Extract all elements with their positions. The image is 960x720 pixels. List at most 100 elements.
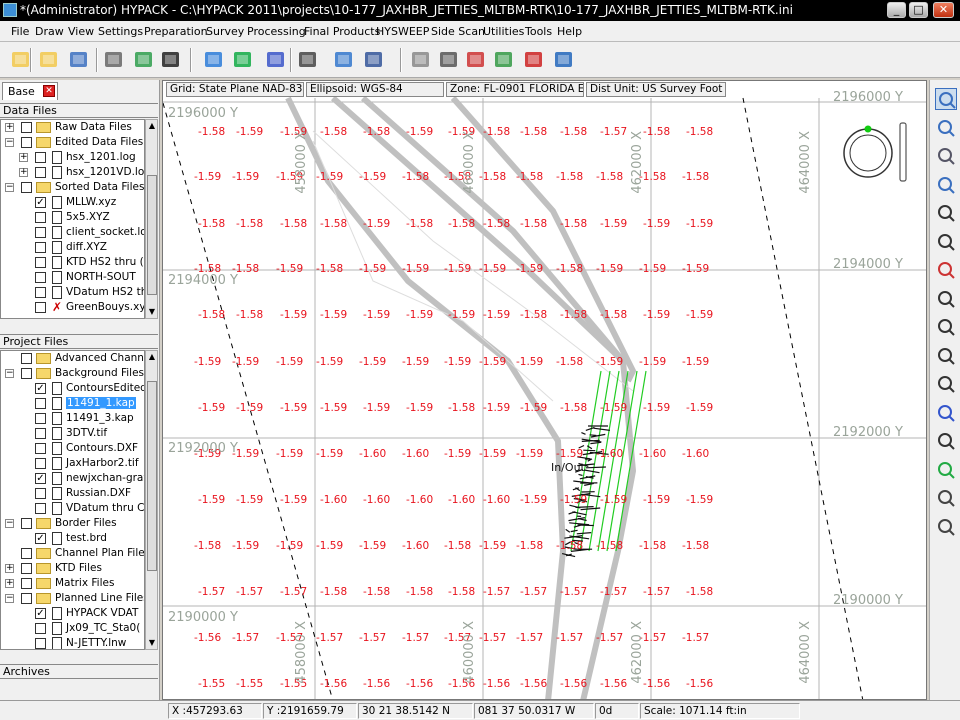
boat-icon[interactable] (297, 50, 319, 70)
tab-close-icon[interactable]: ✕ (43, 85, 55, 97)
fish-icon[interactable] (523, 50, 545, 70)
checkbox[interactable] (21, 353, 32, 364)
checkbox[interactable] (35, 152, 46, 163)
edit-icon[interactable] (160, 50, 182, 70)
checkbox[interactable] (35, 287, 46, 298)
tree-item[interactable]: 5x5.XYZ (1, 210, 144, 225)
tree-item[interactable]: 11491_3.kap (1, 411, 144, 426)
scroll-thumb[interactable] (147, 381, 157, 571)
sidescan-icon[interactable] (363, 50, 385, 70)
edit-line-icon[interactable] (935, 487, 957, 509)
checkbox[interactable] (21, 518, 32, 529)
checkbox[interactable] (35, 428, 46, 439)
expander-icon[interactable]: − (5, 183, 14, 192)
save-icon[interactable] (68, 50, 90, 70)
zoom-out-icon[interactable] (935, 174, 957, 196)
menu-help[interactable]: Help (557, 25, 582, 38)
color-icon[interactable] (935, 459, 957, 481)
menu-view[interactable]: View (68, 25, 94, 38)
select-arrow-icon[interactable] (935, 202, 957, 224)
contour-icon[interactable] (493, 50, 515, 70)
print-icon[interactable] (103, 50, 125, 70)
scroll-thumb[interactable] (147, 175, 157, 295)
tree-item[interactable]: ✗ GreenBouys.xyz (1, 300, 144, 315)
expander-icon[interactable]: + (5, 579, 14, 588)
tree-item[interactable]: − Sorted Data Files (1, 180, 144, 195)
tree-item[interactable]: 3DTV.tif (1, 426, 144, 441)
checkbox[interactable] (21, 548, 32, 559)
checkbox[interactable] (35, 227, 46, 238)
expander-icon[interactable]: − (5, 369, 14, 378)
pencil-icon[interactable] (935, 402, 957, 424)
north-arrow-icon[interactable] (935, 345, 957, 367)
checkbox[interactable] (35, 458, 46, 469)
grid-icon[interactable] (553, 50, 575, 70)
tree-item[interactable]: ✓ test.brd (1, 531, 144, 546)
tree-item[interactable]: N-JETTY.lnw (1, 636, 144, 649)
checkbox[interactable] (35, 443, 46, 454)
tree-item[interactable]: Russian.DXF (1, 486, 144, 501)
menu-draw[interactable]: Draw (35, 25, 64, 38)
checkbox[interactable] (35, 488, 46, 499)
target-icon[interactable] (935, 373, 957, 395)
chart-icon[interactable] (133, 50, 155, 70)
tree-item[interactable]: ✓ MLLW.xyz (1, 195, 144, 210)
menu-utilities[interactable]: Utilities (483, 25, 524, 38)
tree-item[interactable]: Advanced Channel (1, 351, 144, 366)
scroll-down-icon[interactable]: ▼ (147, 306, 157, 318)
checkbox[interactable] (35, 272, 46, 283)
undo-icon[interactable] (935, 430, 957, 452)
checkbox[interactable]: ✓ (35, 533, 46, 544)
checkbox[interactable] (35, 167, 46, 178)
project-files-header[interactable]: Project Files (0, 334, 158, 349)
menu-processing[interactable]: Processing (247, 25, 306, 38)
menu-tools[interactable]: Tools (525, 25, 552, 38)
tree-item[interactable]: NORTH-SOUT (1, 270, 144, 285)
checkbox[interactable] (35, 257, 46, 268)
tree-item[interactable]: + KTD Files (1, 561, 144, 576)
checkbox[interactable] (35, 398, 46, 409)
scroll-up-icon[interactable]: ▲ (147, 120, 157, 132)
expander-icon[interactable]: + (5, 564, 14, 573)
tree-item[interactable]: VDatum thru CL (1, 501, 144, 516)
tree-item[interactable]: − Background Files (1, 366, 144, 381)
tree-item[interactable]: ✓ HYPACK VDAT (1, 606, 144, 621)
scroll-down-icon[interactable]: ▼ (147, 637, 157, 649)
project-files-scrollbar[interactable]: ▲ ▼ (145, 350, 158, 650)
menu-settings[interactable]: Settings (98, 25, 143, 38)
tree-item[interactable]: Contours.DXF (1, 441, 144, 456)
crosshair-icon[interactable] (935, 288, 957, 310)
map-view[interactable]: Grid: State Plane NAD-83 Ellipsoid: WGS-… (162, 80, 927, 700)
tree-item[interactable]: + Matrix Files (1, 576, 144, 591)
checkbox[interactable] (35, 212, 46, 223)
checkbox[interactable] (21, 368, 32, 379)
checkbox[interactable] (21, 578, 32, 589)
menu-hysweep[interactable]: HYSWEEP (376, 25, 429, 38)
menu-survey[interactable]: Survey (206, 25, 244, 38)
play-icon[interactable] (232, 50, 254, 70)
expander-icon[interactable]: − (5, 138, 14, 147)
checkbox[interactable] (21, 593, 32, 604)
zoom-window-icon[interactable] (935, 88, 957, 110)
crosshair-alt-icon[interactable] (935, 316, 957, 338)
tree-item[interactable]: KTD HS2 thru ( (1, 255, 144, 270)
triangle-icon[interactable] (465, 50, 487, 70)
tree-item[interactable]: JaxHarbor2.tif (1, 456, 144, 471)
checkbox[interactable] (35, 302, 46, 313)
tools-icon[interactable] (935, 516, 957, 538)
checkbox[interactable] (21, 563, 32, 574)
tree-item[interactable]: − Planned Line Files (1, 591, 144, 606)
open-project-icon[interactable] (38, 50, 60, 70)
tree-item[interactable]: + hsx_1201VD.lo (1, 165, 144, 180)
chart-canvas[interactable]: -1.58 -1.59 -1.59 -1.58 -1.58 -1.59 -1.59 -1.58… (163, 81, 927, 700)
checkbox[interactable] (35, 623, 46, 634)
tree-item[interactable]: + hsx_1201.log (1, 150, 144, 165)
hysweep-icon[interactable] (265, 50, 287, 70)
tree-item[interactable]: 11491_1.kap (1, 396, 144, 411)
tree-item[interactable]: − Edited Data Files (1, 135, 144, 150)
zoom-extents-icon[interactable] (935, 145, 957, 167)
tree-item[interactable]: diff.XYZ (1, 240, 144, 255)
checkbox[interactable]: ✓ (35, 383, 46, 394)
tree-item[interactable]: client_socket.lo (1, 225, 144, 240)
minimize-button[interactable]: _ (887, 2, 906, 18)
